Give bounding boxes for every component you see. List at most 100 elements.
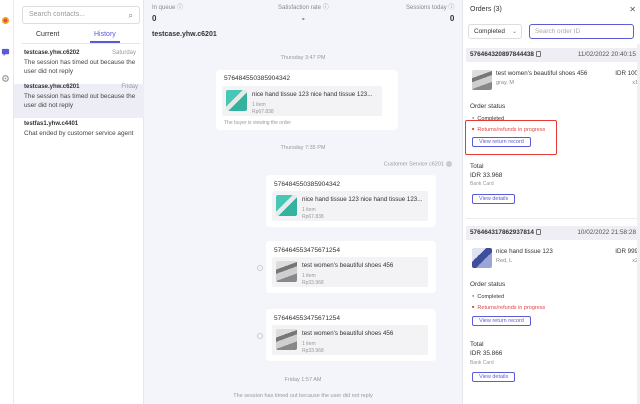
message-order-id: 576484550385904342: [274, 181, 341, 188]
contacts-panel: Search contacts... ⌕ Current History tes…: [14, 0, 144, 404]
message-order-id: 576484550385904342: [224, 75, 291, 82]
orders-panel: Orders (3) ✕ Completed ⌄ Search order ID…: [462, 0, 640, 404]
view-details-button[interactable]: View details: [472, 372, 516, 382]
order-header: 576464317862937814 10/02/2022 21:58:28: [466, 226, 640, 240]
product-title: nice hand tissue 123 nice hand tissue 12…: [252, 91, 373, 98]
product-thumbnail: [472, 70, 492, 90]
product-price: Rp67.838: [252, 109, 274, 115]
view-return-record-button[interactable]: View return record: [472, 316, 531, 326]
order-id[interactable]: 576464317862937814: [470, 229, 541, 236]
message-checkbox[interactable]: [257, 333, 263, 339]
message-product: nice hand tissue 123 nice hand tissue 12…: [272, 191, 428, 221]
tab-history[interactable]: History: [90, 31, 120, 43]
settings-icon[interactable]: [1, 74, 10, 83]
tab-current[interactable]: Current: [36, 31, 59, 38]
customer-service-app: Search contacts... ⌕ Current History tes…: [0, 0, 640, 404]
contacts-search-input[interactable]: Search contacts... ⌕: [22, 6, 140, 24]
timestamp: Thursday 7:35 PM: [280, 145, 326, 151]
total-amount: IDR 35.866: [470, 350, 503, 357]
total-label: Total: [470, 341, 484, 348]
left-nav-rail: [0, 0, 14, 404]
product-price: IDR 100: [615, 70, 638, 77]
message-product: nice hand tissue 123 nice hand tissue 12…: [222, 86, 382, 116]
copy-icon[interactable]: [535, 51, 541, 57]
message-product: test women's beautiful shoes 456 1 item …: [272, 257, 428, 287]
order-message-card[interactable]: 576484550385904342 nice hand tissue 123 …: [266, 175, 436, 227]
status-returns: Returns/refunds in progress: [472, 304, 545, 311]
message-order-id: 576464553475671254: [274, 315, 341, 322]
stat-label: In queue ⓘ: [152, 5, 184, 11]
contacts-tabs: Current History: [22, 28, 140, 44]
product-qty: 1 item: [302, 273, 316, 279]
product-qty: 1 item: [252, 102, 266, 108]
order-date: 11/02/2022 20:40:15: [577, 51, 636, 58]
divider: [466, 218, 640, 219]
session-item[interactable]: testfas1.yhw.c4401 Chat ended by custome…: [24, 121, 142, 151]
message-checkbox[interactable]: [257, 265, 263, 271]
order-search-placeholder: Search order ID: [535, 28, 581, 35]
product-qty: 1 item: [302, 341, 316, 347]
chat-icon[interactable]: [1, 48, 10, 57]
order-card: 576464317862937814 10/02/2022 21:58:28 n…: [466, 226, 640, 386]
order-id-text: 576464317862937814: [470, 229, 534, 236]
message-order-id: 576464553475671254: [274, 247, 341, 254]
app-logo-icon: [1, 16, 10, 25]
stat-sessions-today: Sessions today ⓘ 0: [406, 2, 454, 23]
product-variant: Red, L: [496, 258, 513, 264]
session-last-message: The session has timed out because the us…: [24, 93, 136, 109]
orders-title: Orders (3): [470, 6, 502, 13]
product-thumbnail: [276, 329, 297, 350]
order-date: 10/02/2022 21:58:28: [577, 229, 636, 236]
product-price: Rp33.968: [302, 348, 324, 354]
order-search-input[interactable]: Search order ID: [529, 24, 634, 39]
returns-highlight-box: [465, 120, 557, 155]
search-icon[interactable]: ⌕: [129, 11, 133, 21]
stat-value: 0: [152, 14, 157, 23]
close-icon[interactable]: ✕: [629, 5, 636, 14]
order-id-text: 576464320897844438: [470, 51, 534, 58]
stat-label: Sessions today ⓘ: [406, 5, 455, 11]
order-status-title: Order status: [470, 103, 506, 110]
product-qty: 1 item: [302, 207, 316, 213]
order-id[interactable]: 576464320897844438: [470, 51, 541, 58]
product-price: Rp67.838: [302, 214, 324, 220]
stat-satisfaction: Satisfaction rate ⓘ -: [278, 2, 329, 23]
product-variant: gray, M: [496, 80, 514, 86]
order-item: test women's beautiful shoes 456 gray, M…: [470, 68, 640, 96]
product-thumbnail: [276, 261, 297, 282]
view-details-button[interactable]: View details: [472, 194, 516, 204]
stat-value: 0: [449, 14, 455, 23]
chevron-down-icon: ⌄: [511, 29, 517, 35]
payment-method: Bank Card: [470, 360, 494, 366]
session-item[interactable]: testcase.yhw.c6202 Saturday The session …: [24, 50, 142, 82]
stat-value: -: [302, 14, 305, 23]
agent-name: Customer Service c6201: [383, 161, 444, 168]
stats-bar: In queue ⓘ 0 Satisfaction rate ⓘ - Sessi…: [144, 0, 462, 24]
session-last-message: Chat ended by customer service agent: [24, 130, 134, 137]
session-timeout-note: The session has timed out because the us…: [233, 393, 373, 399]
status-completed: Completed: [472, 293, 504, 300]
chat-username: testcase.yhw.c6201: [152, 31, 217, 38]
product-thumbnail: [276, 195, 297, 216]
order-status-title: Order status: [470, 281, 506, 288]
order-header: 576464320897844438 11/02/2022 20:40:15: [466, 48, 640, 62]
session-item-selected[interactable]: testcase.yhw.c6201 Friday The session ha…: [14, 84, 144, 118]
message-note: The buyer is viewing the order: [224, 120, 291, 126]
order-message-card[interactable]: 576484550385904342 nice hand tissue 123 …: [216, 70, 398, 130]
product-thumbnail: [226, 90, 247, 111]
payment-method: Bank Card: [470, 181, 494, 187]
product-thumbnail: [472, 248, 492, 268]
agent-avatar: [446, 161, 452, 167]
product-title: test women's beautiful shoes 456: [302, 330, 394, 337]
order-message-card[interactable]: 576464553475671254 test women's beautifu…: [266, 309, 436, 361]
product-price: Rp33.968: [302, 280, 324, 286]
stat-label: Satisfaction rate ⓘ: [278, 5, 329, 11]
total-amount: IDR 33.968: [470, 172, 503, 179]
chat-panel: In queue ⓘ 0 Satisfaction rate ⓘ - Sessi…: [144, 0, 462, 404]
product-title: nice hand tissue 123 nice hand tissue 12…: [302, 196, 423, 203]
order-message-card[interactable]: 576464553475671254 test women's beautifu…: [266, 241, 436, 293]
order-item: nice hand tissue 123 Red, L IDR 999 x2: [470, 246, 640, 274]
session-name: testfas1.yhw.c4401: [24, 121, 79, 127]
copy-icon[interactable]: [535, 229, 541, 235]
order-status-filter[interactable]: Completed ⌄: [468, 24, 522, 39]
